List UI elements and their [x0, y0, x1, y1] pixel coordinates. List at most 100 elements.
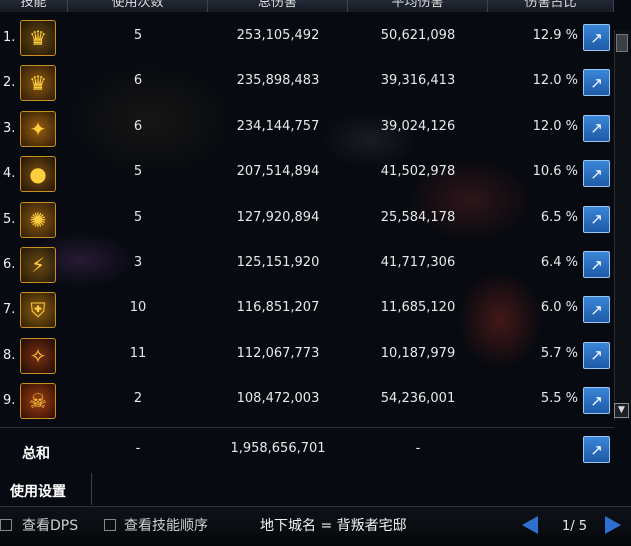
- row-uses: 6: [133, 118, 143, 134]
- row-total-damage: 127,920,894: [236, 209, 320, 225]
- row-rank: 1.: [3, 30, 16, 45]
- row-total-damage: 234,144,757: [236, 118, 320, 134]
- row-share-button[interactable]: ↗: [583, 251, 610, 278]
- row-rank: 4.: [3, 166, 16, 182]
- share-icon: ↗: [590, 28, 603, 47]
- view-order-checkbox[interactable]: [104, 519, 116, 531]
- next-page-button[interactable]: [605, 516, 621, 534]
- share-icon: ↗: [590, 119, 603, 138]
- row-share-button[interactable]: ↗: [583, 296, 610, 324]
- row-rank: 6.: [3, 257, 16, 272]
- row-uses: 10: [129, 300, 147, 316]
- table-row: 7. ⛨ 10 116,851,207 11,685,120 6.0 % ↗: [0, 288, 614, 333]
- row-share-button[interactable]: ↗: [583, 114, 610, 142]
- dungeon-name: 地下城名 = 背叛者宅邸: [260, 518, 407, 534]
- row-total-damage: 116,851,207: [236, 300, 320, 316]
- share-icon: ↗: [590, 391, 603, 410]
- summary-label: 总和: [22, 446, 50, 462]
- row-uses: 3: [133, 255, 143, 270]
- table-row: 3. ✦ 6 234,144,757 39,024,126 12.0 % ↗: [0, 107, 614, 152]
- table-row: 4. ● 5 207,514,894 41,502,978 10.6 % ↗: [0, 152, 614, 197]
- summary-share-button[interactable]: ↗: [583, 436, 610, 463]
- row-share-button[interactable]: ↗: [583, 160, 610, 188]
- row-damage-pct: 6.5 %: [540, 209, 578, 225]
- row-rank: 9.: [3, 393, 16, 409]
- skill-icon-6: ⚡: [20, 247, 56, 283]
- row-share-button[interactable]: ↗: [583, 387, 610, 415]
- row-total-damage: 125,151,920: [236, 255, 320, 270]
- row-share-button[interactable]: ↗: [583, 341, 610, 369]
- row-rank: 8.: [3, 347, 16, 363]
- row-uses: 6: [133, 73, 143, 89]
- view-dps-checkbox[interactable]: [0, 519, 12, 531]
- settings-label: 使用设置: [10, 484, 66, 500]
- scrollbar-thumb[interactable]: [616, 34, 628, 52]
- header-pct: 伤害占比: [488, 0, 614, 12]
- row-avg-damage: 39,316,413: [380, 73, 456, 89]
- row-uses: 5: [133, 164, 143, 180]
- summary-row: 总和 - 1,958,656,701 - ↗: [0, 427, 614, 471]
- share-icon: ↗: [590, 300, 603, 319]
- row-total-damage: 235,898,483: [236, 73, 320, 89]
- header-uses: 使用次数: [68, 0, 208, 12]
- row-total-damage: 108,472,003: [236, 391, 320, 407]
- row-rank: 3.: [3, 120, 16, 136]
- row-uses: 5: [133, 209, 143, 225]
- row-total-damage: 253,105,492: [236, 28, 320, 43]
- share-icon: ↗: [590, 210, 603, 229]
- table-row: 8. ✧ 11 112,067,773 10,187,979 5.7 % ↗: [0, 334, 614, 379]
- row-total-damage: 207,514,894: [236, 164, 320, 180]
- scroll-down-button[interactable]: ▼: [614, 403, 629, 418]
- row-damage-pct: 12.0 %: [532, 118, 578, 134]
- row-share-button[interactable]: ↗: [583, 205, 610, 233]
- row-avg-damage: 41,502,978: [380, 164, 456, 180]
- skill-icon-8: ✧: [20, 337, 56, 374]
- row-damage-pct: 6.0 %: [540, 300, 578, 316]
- header-avg: 平均伤害: [348, 0, 488, 12]
- bottom-bar: 查看DPS 查看技能顺序 地下城名 = 背叛者宅邸 1/ 5: [0, 506, 631, 546]
- view-order-label[interactable]: 查看技能顺序: [124, 515, 208, 535]
- chevron-down-icon: ▼: [618, 405, 625, 415]
- skill-icon-3: ✦: [20, 110, 56, 147]
- header-skill: 技能: [0, 0, 68, 12]
- row-share-button[interactable]: ↗: [583, 69, 610, 97]
- row-damage-pct: 5.7 %: [540, 345, 578, 361]
- skill-icon-7: ⛨: [20, 292, 56, 329]
- scrollbar-track[interactable]: [614, 30, 631, 420]
- share-icon: ↗: [590, 440, 603, 459]
- damage-stats-panel: 技能 使用次数 总伤害 平均伤害 伤害占比 1. ♛ 5 253,105,492…: [0, 0, 631, 546]
- row-rank: 5.: [3, 211, 16, 227]
- row-avg-damage: 11,685,120: [380, 300, 456, 316]
- row-avg-damage: 25,584,178: [380, 209, 456, 225]
- row-uses: 2: [133, 391, 143, 407]
- skill-icon-4: ●: [20, 156, 56, 193]
- page-indicator: 1/ 5: [562, 519, 588, 534]
- row-avg-damage: 10,187,979: [380, 345, 456, 361]
- row-rank: 2.: [3, 75, 16, 91]
- table-row: 9. ☠ 2 108,472,003 54,236,001 5.5 % ↗: [0, 379, 614, 424]
- summary-avg: -: [415, 441, 421, 456]
- view-dps-label[interactable]: 查看DPS: [22, 515, 78, 535]
- row-avg-damage: 41,717,306: [380, 255, 456, 270]
- row-damage-pct: 6.4 %: [540, 255, 578, 270]
- table-row: 2. ♛ 6 235,898,483 39,316,413 12.0 % ↗: [0, 61, 614, 106]
- row-share-button[interactable]: ↗: [583, 24, 610, 51]
- summary-total: 1,958,656,701: [230, 441, 326, 456]
- skill-icon-1: ♛: [20, 20, 56, 56]
- share-icon: ↗: [590, 255, 603, 274]
- row-rank: 7.: [3, 302, 16, 318]
- table-row: 5. ✺ 5 127,920,894 25,584,178 6.5 % ↗: [0, 198, 614, 243]
- row-damage-pct: 12.0 %: [532, 73, 578, 89]
- row-avg-damage: 54,236,001: [380, 391, 456, 407]
- row-damage-pct: 12.9 %: [532, 28, 578, 43]
- prev-page-button[interactable]: [522, 516, 538, 534]
- share-icon: ↗: [590, 73, 603, 92]
- share-icon: ↗: [590, 346, 603, 365]
- row-avg-damage: 50,621,098: [380, 28, 456, 43]
- row-total-damage: 112,067,773: [236, 345, 320, 361]
- row-damage-pct: 5.5 %: [540, 391, 578, 407]
- summary-uses: -: [135, 441, 141, 456]
- settings-tab[interactable]: 使用设置: [0, 473, 92, 505]
- share-icon: ↗: [590, 164, 603, 183]
- table-header: 技能 使用次数 总伤害 平均伤害 伤害占比: [0, 0, 614, 12]
